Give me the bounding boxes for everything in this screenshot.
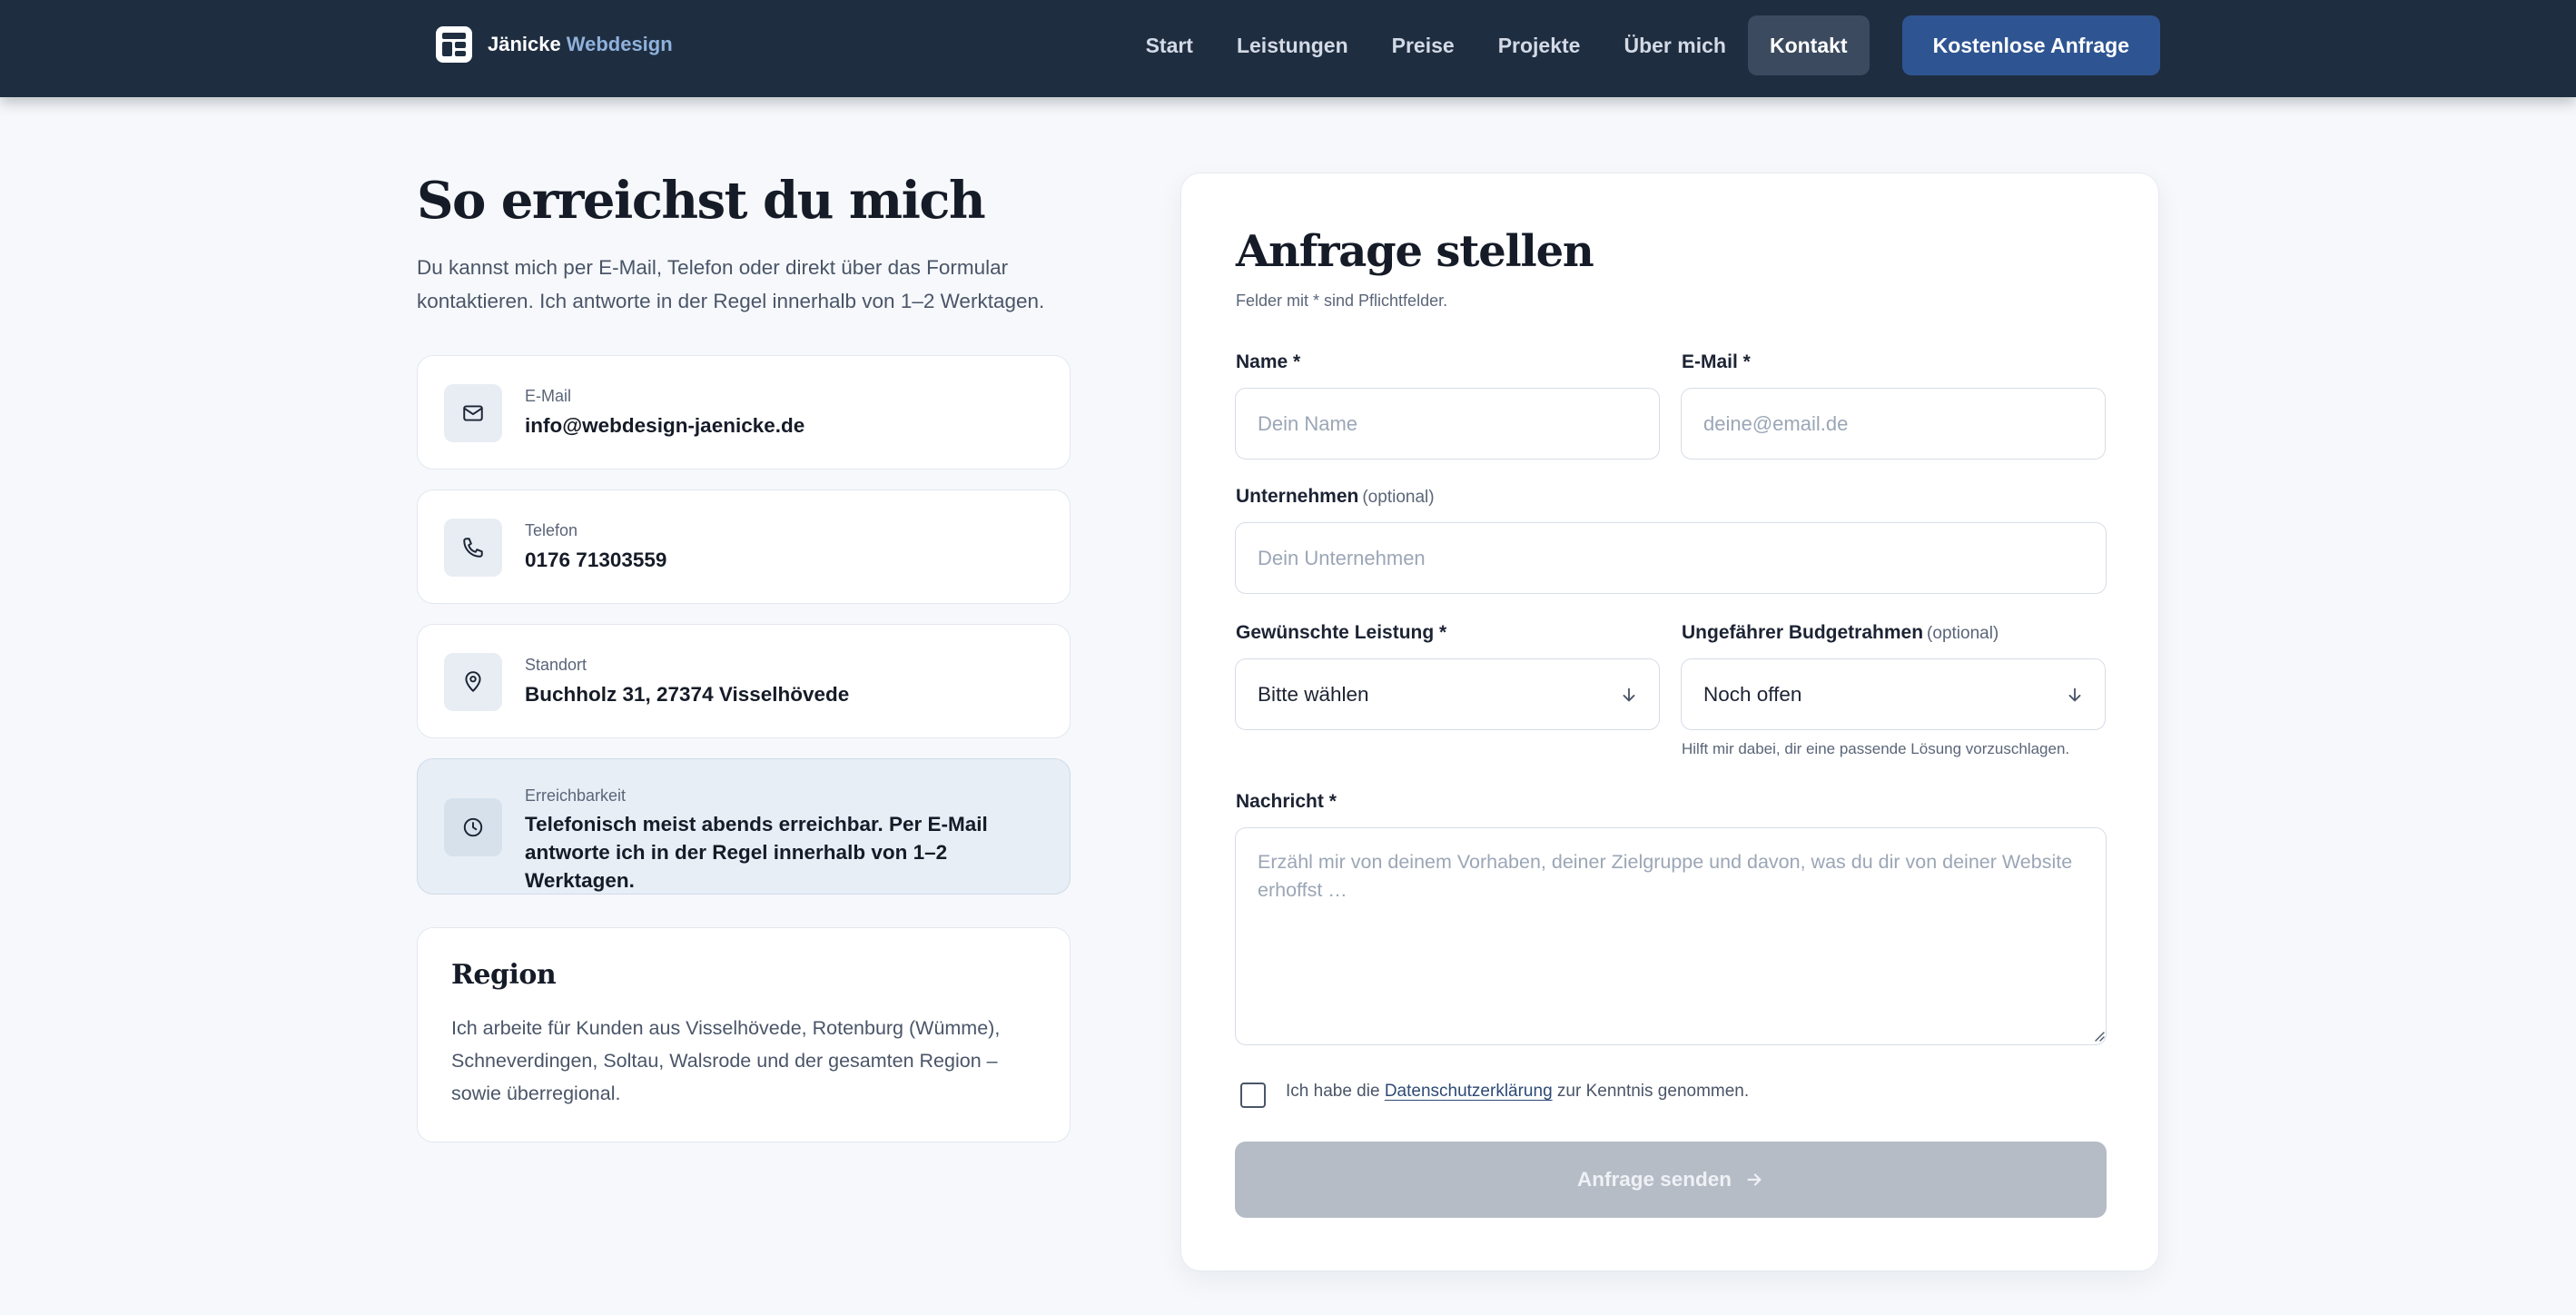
- inquiry-form-card: Anfrage stellen Felder mit * sind Pflich…: [1180, 173, 2159, 1271]
- privacy-policy-link[interactable]: Datenschutzerklärung: [1385, 1082, 1553, 1101]
- phone-icon: [444, 519, 502, 577]
- service-selected-value: Bitte wählen: [1258, 682, 1369, 706]
- submit-label: Anfrage senden: [1576, 1168, 1732, 1191]
- arrow-down-icon: [1623, 687, 1635, 702]
- region-card: Region Ich arbeite für Kunden aus Vissel…: [417, 927, 1071, 1142]
- email-label: E-Mail: [525, 387, 572, 405]
- location-value: Buchholz 31, 27374 Visselhövede: [525, 683, 850, 706]
- brand-name: Jänicke Webdesign: [488, 33, 673, 55]
- privacy-consent-checkbox[interactable]: [1240, 1083, 1266, 1108]
- arrow-down-icon: [2068, 687, 2081, 702]
- free-inquiry-button[interactable]: Kostenlose Anfrage: [1901, 15, 2160, 75]
- region-title: Region: [451, 959, 557, 991]
- email-input[interactable]: [1681, 388, 2106, 460]
- budget-label: Ungefährer Budgetrahmen (optional): [1682, 622, 1999, 643]
- brand-accent: Webdesign: [566, 33, 673, 55]
- form-title: Anfrage stellen: [1236, 226, 1594, 277]
- nav-start[interactable]: Start: [1124, 15, 1215, 75]
- main-nav: Start Leistungen Preise Projekte Über mi…: [1124, 15, 2160, 75]
- clock-icon: [444, 798, 502, 856]
- form-required-hint: Felder mit * sind Pflichtfelder.: [1236, 292, 1448, 310]
- contact-title: So erreichst du mich: [417, 171, 986, 231]
- arrow-right-icon: [1747, 1173, 1762, 1186]
- email-value[interactable]: info@webdesign-jaenicke.de: [525, 411, 1051, 440]
- message-textarea[interactable]: [1235, 827, 2107, 1045]
- phone-label: Telefon: [525, 521, 578, 539]
- nav-kontakt[interactable]: Kontakt: [1747, 15, 1870, 75]
- company-input[interactable]: [1235, 522, 2107, 594]
- mail-icon: [444, 384, 502, 442]
- contact-intro: Du kannst mich per E-Mail, Telefon oder …: [417, 256, 1045, 312]
- location-card: Standort Buchholz 31, 27374 Visselhövede: [417, 624, 1071, 738]
- availability-card: Erreichbarkeit Telefonisch meist abends …: [417, 758, 1071, 895]
- email-card: E-Mail info@webdesign-jaenicke.de: [417, 355, 1071, 470]
- message-label: Nachricht *: [1236, 791, 1337, 812]
- company-label: Unternehmen (optional): [1236, 486, 1435, 507]
- nav-ueber-mich[interactable]: Über mich: [1602, 15, 1747, 75]
- region-text: Ich arbeite für Kunden aus Visselhövede,…: [451, 1017, 1001, 1104]
- budget-select[interactable]: Noch offen: [1681, 658, 2106, 730]
- email-field-label: E-Mail *: [1682, 351, 1751, 372]
- availability-label: Erreichbarkeit: [525, 786, 627, 805]
- location-label: Standort: [525, 656, 587, 674]
- name-label: Name *: [1236, 351, 1301, 372]
- nav-projekte[interactable]: Projekte: [1476, 15, 1603, 75]
- service-label: Gewünschte Leistung *: [1236, 622, 1447, 643]
- budget-selected-value: Noch offen: [1703, 682, 1802, 706]
- map-pin-icon: [444, 653, 502, 711]
- budget-optional-note: (optional): [1927, 624, 1999, 643]
- brand-logo-link[interactable]: Jänicke Webdesign: [435, 25, 673, 64]
- availability-value: Telefonisch meist abends erreichbar. Per…: [525, 813, 988, 892]
- nav-leistungen[interactable]: Leistungen: [1215, 15, 1370, 75]
- privacy-consent-text: Ich habe die Datenschutzerklärung zur Ke…: [1286, 1082, 1750, 1101]
- submit-inquiry-button[interactable]: Anfrage senden: [1235, 1142, 2107, 1218]
- phone-value[interactable]: 0176 71303559: [525, 546, 1051, 574]
- service-select[interactable]: Bitte wählen: [1235, 658, 1660, 730]
- layout-logo-icon: [436, 26, 472, 63]
- budget-help-text: Hilft mir dabei, dir eine passende Lösun…: [1682, 740, 2070, 757]
- company-optional-note: (optional): [1362, 488, 1435, 507]
- phone-card: Telefon 0176 71303559: [417, 489, 1071, 604]
- resize-handle-icon[interactable]: [2092, 1029, 2105, 1042]
- nav-preise[interactable]: Preise: [1370, 15, 1476, 75]
- name-input[interactable]: [1235, 388, 1660, 460]
- site-header: Jänicke Webdesign Start Leistungen Preise…: [0, 0, 2576, 97]
